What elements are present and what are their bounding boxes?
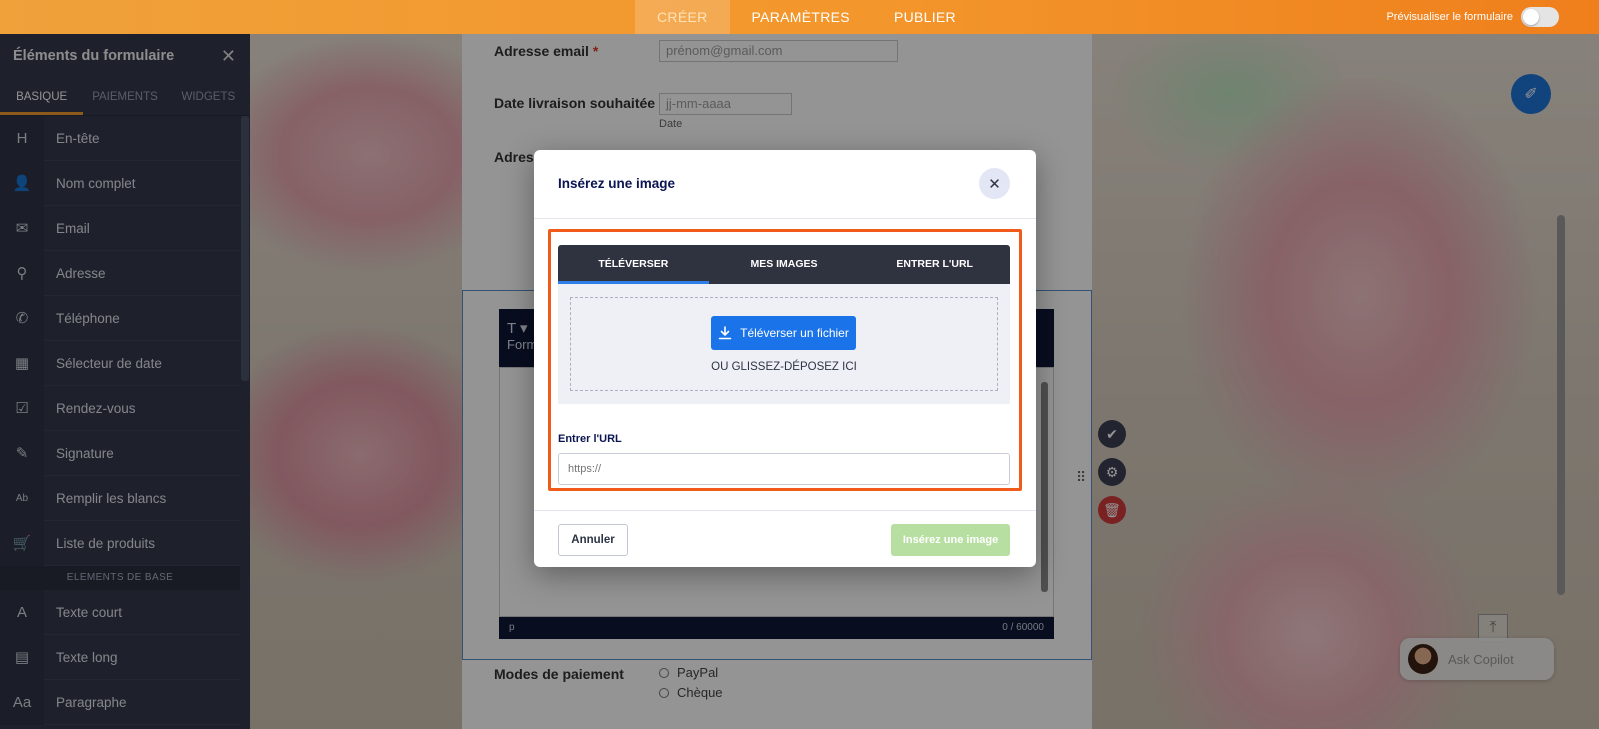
cancel-button[interactable]: Annuler xyxy=(558,524,628,556)
top-bar: CRÉER PARAMÈTRES PUBLIER Prévisualiser l… xyxy=(0,0,1599,34)
tab-settings[interactable]: PARAMÈTRES xyxy=(730,0,872,34)
tab-enter-url[interactable]: ENTRER L'URL xyxy=(859,245,1010,284)
url-field-label: Entrer l'URL xyxy=(558,433,622,445)
upload-file-button[interactable]: Téléverser un fichier xyxy=(711,316,856,350)
tab-create[interactable]: CRÉER xyxy=(635,0,730,34)
download-icon xyxy=(718,326,732,340)
tab-publish[interactable]: PUBLIER xyxy=(872,0,978,34)
url-input[interactable] xyxy=(558,453,1010,485)
insert-image-dialog: Insérez une image ✕ TÉLÉVERSER MES IMAGE… xyxy=(534,150,1036,567)
dialog-footer: Annuler Insérez une image xyxy=(534,510,1036,567)
close-icon[interactable]: ✕ xyxy=(979,168,1010,199)
dialog-title: Insérez une image xyxy=(558,176,676,191)
builder-tabs: CRÉER PARAMÈTRES PUBLIER xyxy=(635,0,978,34)
drag-drop-text: OU GLISSEZ-DÉPOSEZ ICI xyxy=(711,361,857,373)
drop-zone[interactable]: Téléverser un fichier OU GLISSEZ-DÉPOSEZ… xyxy=(570,297,998,391)
insert-image-button[interactable]: Insérez une image xyxy=(891,524,1010,556)
preview-form-toggle[interactable] xyxy=(1521,7,1559,27)
upload-tabs: TÉLÉVERSER MES IMAGES ENTRER L'URL xyxy=(558,245,1010,284)
upload-area: Téléverser un fichier OU GLISSEZ-DÉPOSEZ… xyxy=(558,284,1010,404)
dialog-header: Insérez une image ✕ xyxy=(534,150,1036,219)
preview-form-label: Prévisualiser le formulaire xyxy=(1386,11,1513,23)
tab-upload[interactable]: TÉLÉVERSER xyxy=(558,245,709,284)
tab-my-images[interactable]: MES IMAGES xyxy=(709,245,860,284)
preview-form-control: Prévisualiser le formulaire xyxy=(1386,0,1559,34)
upload-file-label: Téléverser un fichier xyxy=(740,326,849,340)
